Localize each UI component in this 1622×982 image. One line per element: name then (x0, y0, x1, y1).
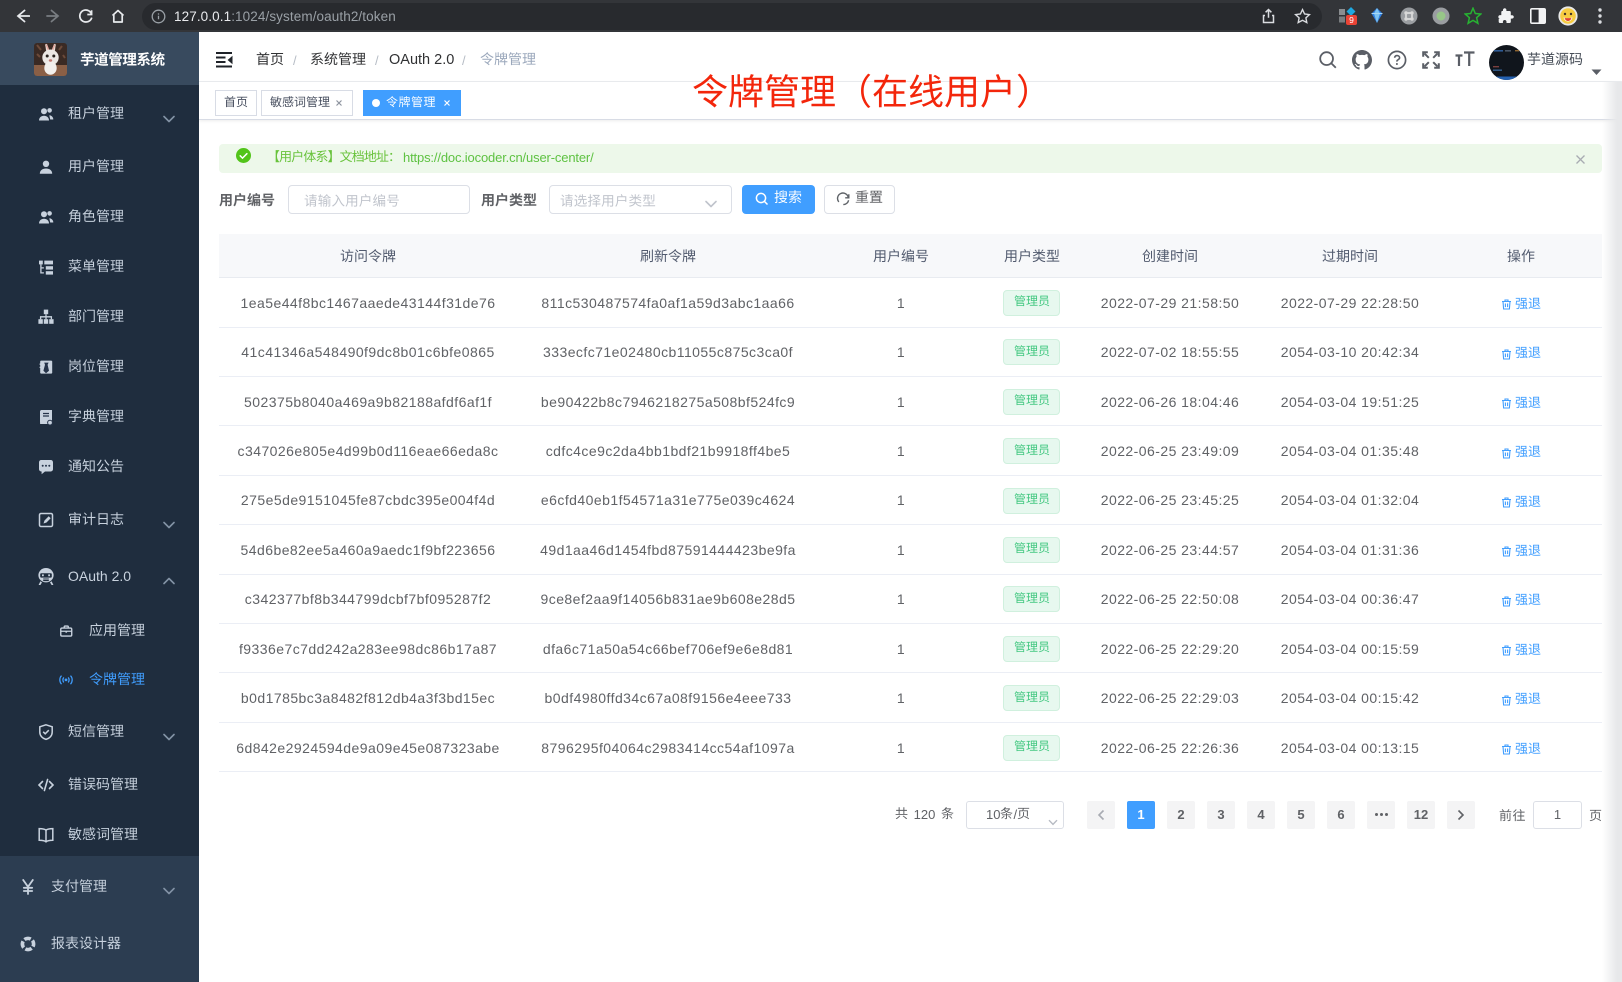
svg-text:9: 9 (1349, 15, 1354, 25)
